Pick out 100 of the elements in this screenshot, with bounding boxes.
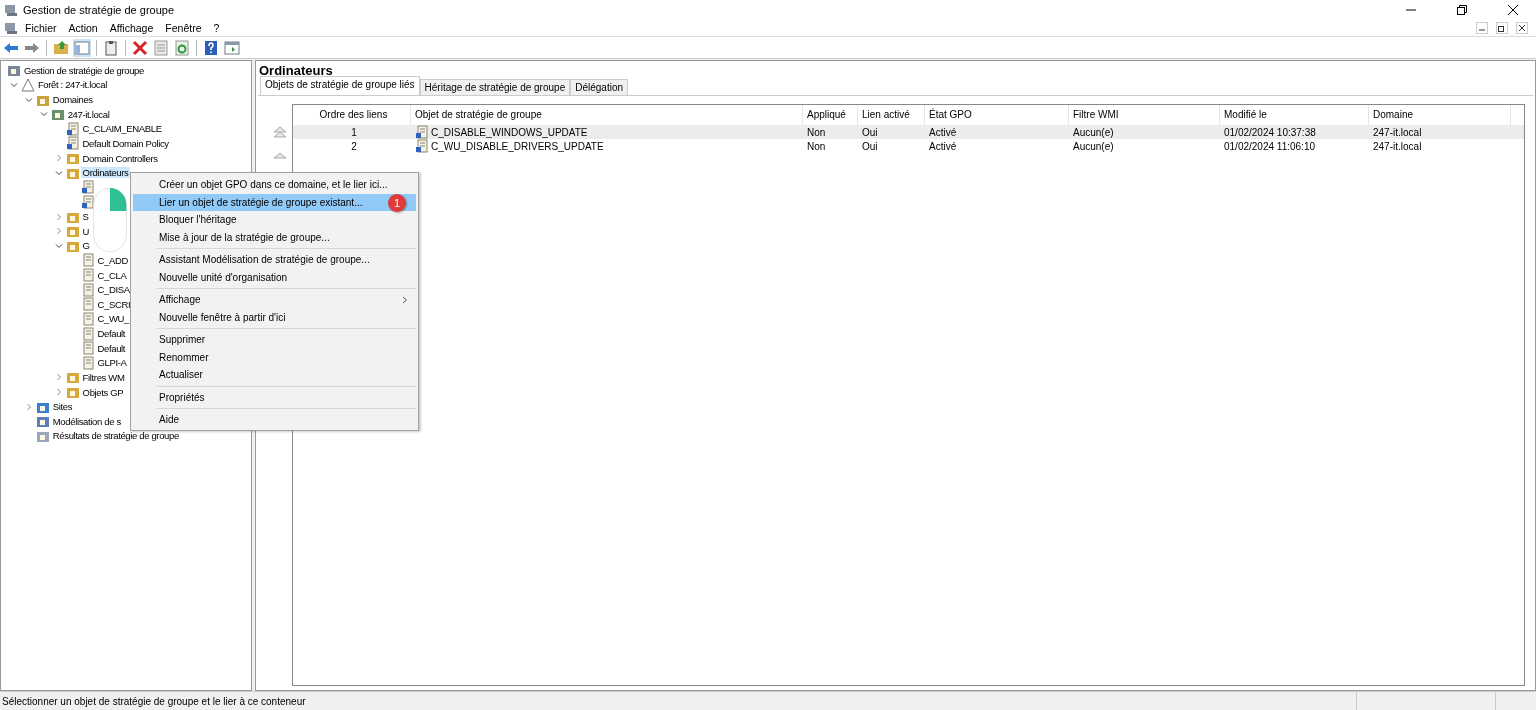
console-icon: [4, 21, 18, 35]
collapse-chevron-icon[interactable]: [39, 110, 48, 119]
expand-chevron-icon[interactable]: [54, 388, 63, 397]
menu-item[interactable]: Bloquer l'héritage: [133, 211, 416, 229]
status-text: Sélectionner un objet de stratégie de groupe et le lier à ce conteneur: [1, 695, 307, 707]
menu-item[interactable]: Lier un objet de stratégie de groupe existant... 1: [133, 193, 416, 211]
tree-item[interactable]: Forêt : 247-it.local: [35, 79, 109, 91]
policy-icon: [80, 311, 95, 326]
step-badge: 1: [388, 193, 406, 212]
tree-item[interactable]: C_CLAIM_ENABLE: [80, 123, 164, 135]
tree-item[interactable]: C_DISA: [95, 284, 132, 296]
folder-up-icon[interactable]: [52, 39, 70, 57]
table-cell-text: Activé: [928, 140, 958, 152]
tree-item[interactable]: G: [80, 240, 92, 252]
window-title: Gestion de stratégie de groupe: [23, 4, 175, 16]
table-cell-text: Non: [806, 140, 827, 152]
menu-item[interactable]: Assistant Modélisation de stratégie de groupe...: [133, 251, 416, 269]
expand-chevron-icon[interactable]: [54, 212, 63, 221]
policy-icon: [80, 341, 95, 356]
expand-chevron-icon[interactable]: [24, 402, 33, 411]
collapse-chevron-icon[interactable]: [9, 80, 18, 89]
tab[interactable]: Objets de stratégie de groupe liés: [260, 76, 420, 95]
table-cell-text: 247-it.local: [1372, 140, 1423, 152]
menu-item[interactable]: ?: [208, 22, 225, 34]
restore-icon[interactable]: [1496, 22, 1508, 34]
linked-policy-icon: [80, 194, 95, 209]
menu-item[interactable]: Fenêtre: [160, 22, 207, 34]
table-row[interactable]: 2 C_WU_DISABLE_DRIVERS_UPDATE Non Oui Activé Aucun(e) 01/02/2024 11:06:10 247-it.local: [293, 139, 1524, 153]
menu-item[interactable]: Renommer: [133, 348, 416, 366]
move-top-icon[interactable]: [273, 126, 287, 138]
menu-item[interactable]: Propriétés: [133, 388, 416, 406]
folder-icon: [65, 385, 80, 400]
menu-item[interactable]: Nouvelle fenêtre à partir d'ici: [133, 308, 416, 326]
tree-item[interactable]: Domain Controllers: [80, 152, 160, 164]
tree-item[interactable]: C_CLA: [95, 269, 129, 281]
tree-item[interactable]: Gestion de stratégie de groupe: [22, 64, 146, 76]
help-icon[interactable]: [202, 39, 220, 57]
tree-item[interactable]: Default: [95, 328, 128, 340]
tree-item[interactable]: U: [80, 225, 92, 237]
refresh-icon[interactable]: [173, 39, 191, 57]
tree-item[interactable]: Résultats de stratégie de groupe: [50, 430, 181, 442]
tree-item[interactable]: GLPI-A: [95, 357, 129, 369]
policy-icon: [80, 297, 95, 312]
folder-icon: [65, 370, 80, 385]
menu-item[interactable]: Affichage: [104, 22, 159, 34]
collapse-chevron-icon[interactable]: [24, 95, 33, 104]
panel-title: Ordinateurs: [258, 63, 334, 78]
table-cell-text: 247-it.local: [1372, 126, 1423, 138]
menu-item[interactable]: Nouvelle unité d'organisation: [133, 268, 416, 286]
table-cell-text: 01/02/2024 10:37:38: [1223, 126, 1317, 138]
tree-item[interactable]: Ordinateurs: [80, 167, 131, 179]
menu-item[interactable]: Actualiser: [133, 366, 416, 384]
menu-item[interactable]: Aide: [133, 411, 416, 429]
tree-item[interactable]: C_SCRI: [95, 298, 133, 310]
table-row[interactable]: 1 C_DISABLE_WINDOWS_UPDATE Non Oui Activé Aucun(e) 01/02/2024 10:37:38 247-it.local: [293, 125, 1524, 139]
policy-icon: [80, 268, 95, 283]
menu-item[interactable]: Fichier: [20, 22, 62, 34]
menu-item[interactable]: Créer un objet GPO dans ce domaine, et le lier ici...: [133, 176, 416, 194]
console-tree-icon[interactable]: [73, 39, 91, 57]
expand-chevron-icon[interactable]: [54, 373, 63, 382]
policy-icon: [80, 282, 95, 297]
menu-item[interactable]: Affichage: [133, 291, 416, 309]
table-cell-text: Activé: [928, 126, 958, 138]
tree-item[interactable]: S: [80, 211, 91, 223]
tree-item[interactable]: Domaines: [50, 94, 95, 106]
folder-icon: [65, 224, 80, 239]
tree-item[interactable]: Default Domain Policy: [80, 137, 171, 149]
tab[interactable]: Délégation: [570, 79, 628, 95]
tree-item[interactable]: C_WU_: [95, 313, 131, 325]
expand-chevron-icon[interactable]: [54, 227, 63, 236]
restore-icon[interactable]: [1457, 5, 1467, 15]
tree-item[interactable]: Filtres WM: [80, 371, 127, 383]
tree-item[interactable]: Default: [95, 342, 128, 354]
menu-item[interactable]: Mise à jour de la stratégie de groupe...: [133, 228, 416, 246]
clipboard-icon[interactable]: [102, 39, 120, 57]
expand-chevron-icon[interactable]: [54, 154, 63, 163]
tab[interactable]: Héritage de stratégie de groupe: [419, 79, 571, 95]
close-icon[interactable]: [1508, 5, 1518, 15]
table-cell-text: Non: [806, 126, 827, 138]
policy-icon: [80, 253, 95, 268]
console-icon: [4, 3, 18, 17]
tree-item[interactable]: 247-it.local: [65, 108, 112, 120]
tree-item[interactable]: Modélisation de s: [50, 415, 123, 427]
policy-icon: [80, 326, 95, 341]
delete-icon[interactable]: [131, 39, 149, 57]
tree-item[interactable]: C_ADD: [95, 254, 130, 266]
tree-item[interactable]: Sites: [50, 401, 75, 413]
table-cell-text: 2: [350, 140, 358, 152]
menu-item[interactable]: Supprimer: [133, 331, 416, 349]
minimize-icon[interactable]: [1476, 22, 1488, 34]
linked-policy-icon: [80, 180, 95, 195]
table-cell-text: Aucun(e): [1072, 126, 1115, 138]
collapse-chevron-icon[interactable]: [54, 168, 63, 177]
linked-policy-icon: [65, 136, 80, 151]
collapse-chevron-icon[interactable]: [54, 241, 63, 250]
tree-item[interactable]: Objets GP: [80, 386, 126, 398]
linked-policy-icon: [415, 139, 429, 153]
console-window-icon[interactable]: [223, 39, 241, 57]
linked-policy-icon: [415, 125, 429, 139]
menu-item[interactable]: Action: [63, 22, 103, 34]
